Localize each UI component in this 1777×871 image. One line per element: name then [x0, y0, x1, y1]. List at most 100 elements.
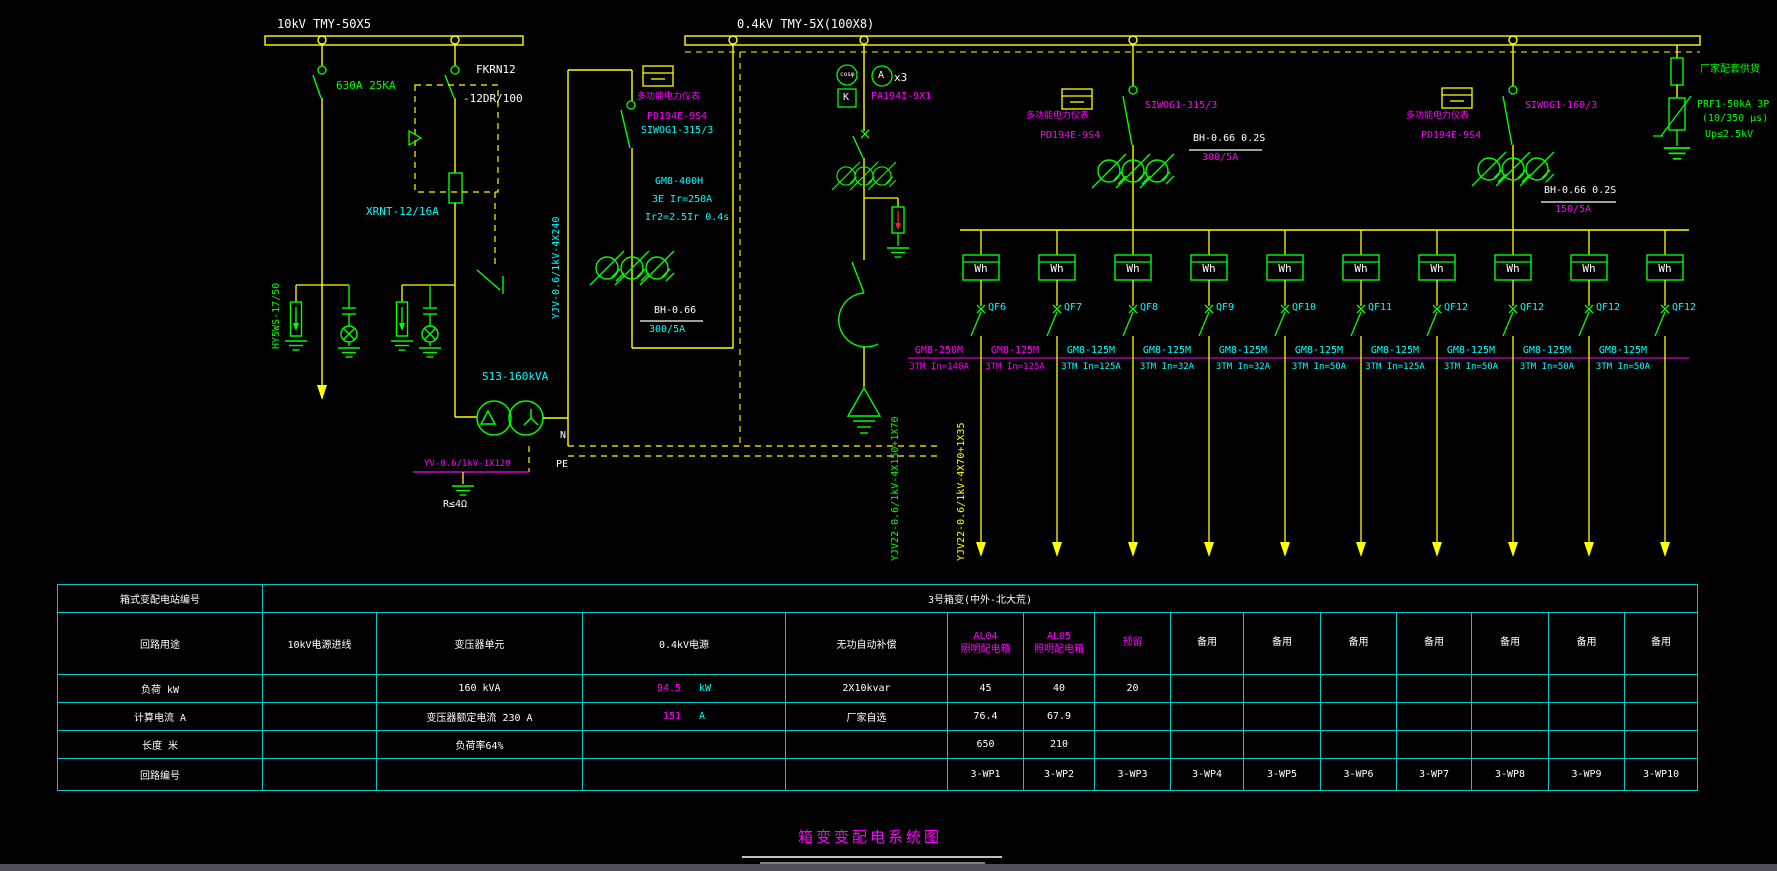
branch3-meter-label: 多功能电力仪表	[1406, 111, 1469, 121]
wh-meter-label: Wh	[1419, 263, 1455, 276]
spd-model-label: PRF1-50kA 3P	[1697, 99, 1769, 111]
gm8-label: GM8-125M	[1131, 345, 1203, 357]
incomer-ct-label: BH-0.66	[654, 305, 696, 317]
circuit-id: 3-WP9	[1549, 759, 1625, 791]
k-box-glyph: K	[843, 92, 849, 104]
col-04kv-source: 0.4kV电源	[583, 613, 786, 675]
branch3-siwog-label: SIWOG1-160/3	[1525, 100, 1597, 112]
wh-meter-label: Wh	[1191, 263, 1227, 276]
qf-label: QF7	[1064, 302, 1082, 314]
branch2-siwog-label: SIWOG1-315/3	[1145, 100, 1217, 112]
col-reactive-comp: 无功自动补偿	[786, 613, 948, 675]
length-val: 210	[1024, 731, 1095, 759]
load-trafo: 160 kVA	[377, 675, 583, 703]
gm8-400h-label2: 3E Ir=250A	[652, 194, 712, 206]
wh-meter-label: Wh	[1647, 263, 1683, 276]
gm8-400h-label3: Ir2=2.5Ir 0.4s	[645, 212, 729, 224]
ground-resistance-label: R≤4Ω	[443, 499, 467, 511]
col-circuit: 备用	[1244, 613, 1321, 675]
load-val: 40	[1024, 675, 1095, 703]
col-circuit: 备用	[1549, 613, 1625, 675]
branch2-ct-label: BH-0.66 0.2S	[1193, 133, 1265, 145]
row-load-label: 负荷 kW	[58, 675, 263, 703]
gm8-trip-label: 3TM In=125A	[977, 362, 1053, 372]
circuit-id: 3-WP3	[1095, 759, 1171, 791]
gm8-trip-label: 3TM In=50A	[1281, 362, 1357, 372]
wh-meter-label: Wh	[963, 263, 999, 276]
row-circuit-id-label: 回路编号	[58, 759, 263, 791]
n-pe-lines	[413, 446, 940, 495]
col-circuit: AL04照明配电箱	[948, 613, 1024, 675]
gm8-label: GM8-125M	[1511, 345, 1583, 357]
incomer-siwog-label: SIWOG1-315/3	[641, 125, 713, 137]
gm8-label: GM8-125M	[1435, 345, 1507, 357]
row-station-label: 箱式变配电站编号	[58, 585, 263, 613]
gm8-trip-label: 3TM In=125A	[1357, 362, 1433, 372]
circuit-id: 3-WP2	[1024, 759, 1095, 791]
col-transformer-unit: 变压器单元	[377, 613, 583, 675]
gm8-trip-label: 3TM In=50A	[1585, 362, 1661, 372]
branch-630a	[285, 45, 360, 400]
qf-label: QF10	[1292, 302, 1316, 314]
breaker-630a-label: 630A 25KA	[336, 80, 396, 93]
feeder-symbols	[963, 230, 1683, 557]
feeder-cable-label-2: YJV22-0.6/1kV-4X70+1X35	[956, 423, 968, 561]
incomer-meter-label: 多功能电力仪表	[637, 92, 700, 102]
qf-label: QF12	[1444, 302, 1468, 314]
col-circuit: 备用	[1472, 613, 1549, 675]
row-length-label: 长度 米	[58, 731, 263, 759]
n-label: N	[560, 430, 566, 442]
ammeter-glyph: A	[878, 70, 884, 82]
yv-cable-label: YV-0.6/1kV-1X120	[424, 459, 511, 469]
circuit-id: 3-WP10	[1625, 759, 1698, 791]
row-current-label: 计算电流 A	[58, 703, 263, 731]
row-purpose-label: 回路用途	[58, 613, 263, 675]
qf-label: QF11	[1368, 302, 1392, 314]
load-comp: 2X10kvar	[786, 675, 948, 703]
col-10kv-incoming: 10kV电源进线	[263, 613, 377, 675]
station-name: 3号箱变(中外-北大荒)	[263, 585, 1698, 613]
wh-meter-label: Wh	[1343, 263, 1379, 276]
gm8-trip-label: 3TM In=125A	[1053, 362, 1129, 372]
transformer-label: S13-160kVA	[482, 371, 548, 384]
fkrn12-label: FKRN12	[476, 64, 516, 77]
transformer-symbol	[477, 401, 543, 435]
feeder-cable-label-1: YJV22-0.6/1kV-4X150+1X70	[890, 417, 902, 562]
branch3-ct-ratio: 150/5A	[1555, 204, 1591, 216]
hy5ws-label: HY5WS-17/50	[271, 283, 283, 349]
col-circuit: 预留	[1095, 613, 1171, 675]
qf-label: QF12	[1672, 302, 1696, 314]
circuit-id: 3-WP6	[1321, 759, 1397, 791]
gm8-trip-label: 3TM In=32A	[1205, 362, 1281, 372]
x3-label: x3	[894, 72, 907, 85]
gm8-label: GM8-125M	[1359, 345, 1431, 357]
wh-meter-label: Wh	[1571, 263, 1607, 276]
incomer-pd194-label: PD194E-9S4	[647, 111, 707, 123]
spd-up-label: Up≤2.5kV	[1705, 129, 1753, 141]
col-circuit: 备用	[1321, 613, 1397, 675]
gm8-trip-label: 3TM In=140A	[901, 362, 977, 372]
load-04kv: 94.5kW	[583, 675, 786, 703]
qf-label: QF6	[988, 302, 1006, 314]
qf-label: QF12	[1596, 302, 1620, 314]
length-val: 650	[948, 731, 1024, 759]
circuit-id: 3-WP5	[1244, 759, 1321, 791]
wh-meter-label: Wh	[1039, 263, 1075, 276]
qf-label: QF8	[1140, 302, 1158, 314]
col-circuit: 备用	[1397, 613, 1472, 675]
current-val: 67.9	[1024, 703, 1095, 731]
col-circuit: 备用	[1625, 613, 1698, 675]
circuit-id: 3-WP8	[1472, 759, 1549, 791]
drawing-title: 箱变变配电系统图	[750, 829, 990, 846]
incomer-ct-ratio: 300/5A	[649, 324, 685, 336]
qf-label: QF9	[1216, 302, 1234, 314]
branch3-pd194-label: PD194E-9S4	[1421, 130, 1481, 142]
load-val: 45	[948, 675, 1024, 703]
circuit-table: 箱式变配电站编号 3号箱变(中外-北大荒) 回路用途 10kV电源进线 变压器单…	[57, 584, 1698, 791]
qf-label: QF12	[1520, 302, 1544, 314]
load-rate: 负荷率64%	[377, 731, 583, 759]
branch3-ct-label: BH-0.66 0.2S	[1544, 185, 1616, 197]
circuit-id: 3-WP7	[1397, 759, 1472, 791]
spd-branch	[1653, 45, 1691, 159]
cosphi-meter-glyph: cosφ	[840, 72, 854, 79]
